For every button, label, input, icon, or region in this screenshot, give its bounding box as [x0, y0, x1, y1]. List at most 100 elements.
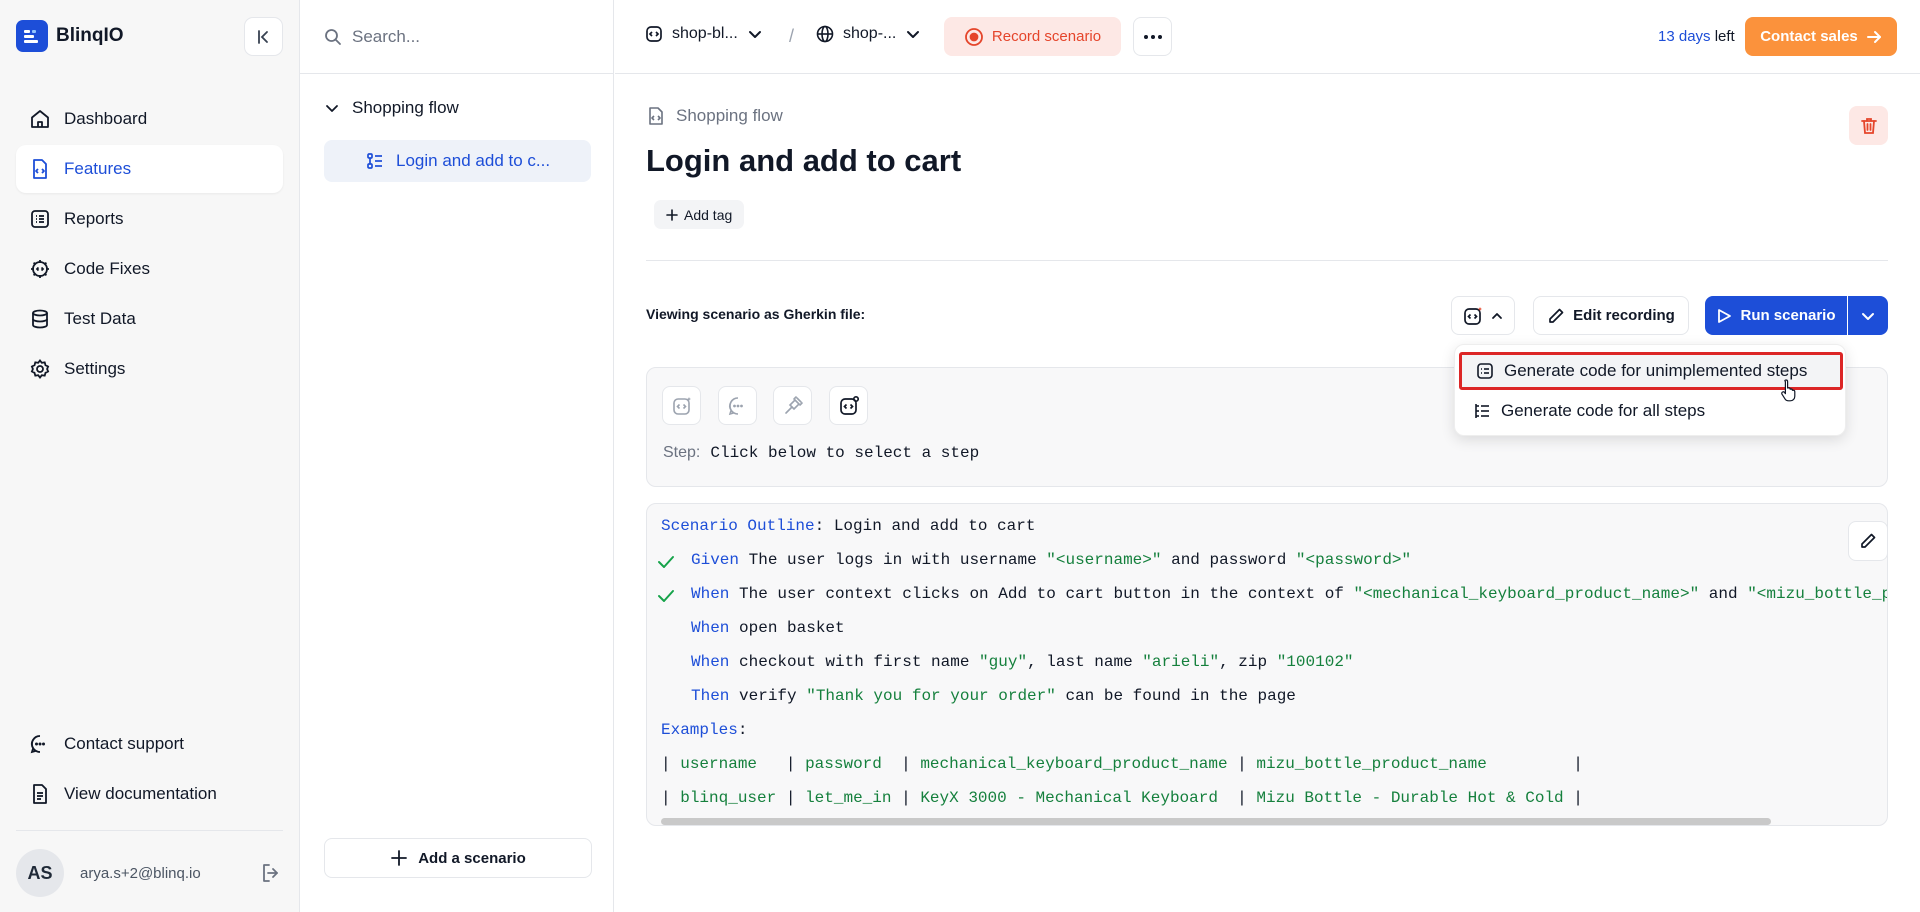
comment-step-button[interactable] — [718, 386, 757, 425]
top-bar: shop-bl... / shop-... Record scenario 13… — [615, 0, 1920, 74]
scenario-tree-item[interactable]: Login and add to c... — [324, 140, 591, 182]
chat-icon — [728, 396, 743, 415]
gear-icon — [30, 359, 50, 379]
sidebar-item-label: Contact support — [64, 734, 185, 753]
add-tag-label: Add tag — [684, 206, 733, 223]
plug-icon — [784, 395, 803, 414]
contact-sales-button[interactable]: Contact sales — [1745, 17, 1897, 56]
check-icon — [658, 590, 674, 602]
edit-recording-label: Edit recording — [1573, 307, 1675, 324]
feature-file-icon — [33, 159, 47, 179]
scenario-steps-icon — [367, 153, 382, 169]
edit-gherkin-button[interactable] — [1848, 521, 1887, 561]
sidebar-item-label: Settings — [64, 359, 126, 378]
gherkin-line-when-add-to-cart[interactable]: When The user context clicks on Add to c… — [691, 585, 1887, 607]
check-icon — [658, 556, 674, 568]
sidebar-item-dashboard[interactable]: Dashboard — [16, 95, 283, 143]
trial-suffix: left — [1710, 28, 1735, 45]
pencil-icon — [1861, 533, 1876, 548]
feature-tree-item[interactable]: Shopping flow — [324, 98, 459, 118]
breadcrumb[interactable]: Shopping flow — [646, 106, 783, 126]
more-options-button[interactable] — [1133, 17, 1172, 56]
app-name: BlinqIO — [56, 25, 124, 46]
page-title: Login and add to cart — [646, 143, 962, 178]
search-icon — [325, 28, 341, 45]
sidebar-item-label: Features — [64, 159, 132, 178]
globe-icon — [816, 25, 834, 43]
pencil-icon — [1549, 308, 1564, 323]
ai-generate-step-button[interactable] — [662, 386, 701, 425]
record-scenario-button[interactable]: Record scenario — [944, 17, 1121, 56]
main-content: shop-bl... / shop-... Record scenario 13… — [615, 0, 1920, 912]
sidebar-item-label: Code Fixes — [64, 259, 150, 278]
breadcrumb-separator: / — [789, 26, 795, 46]
sidebar-item-label: Dashboard — [64, 109, 148, 128]
sidebar-item-settings[interactable]: Settings — [16, 345, 283, 393]
environment-selector[interactable]: shop-... — [815, 24, 922, 44]
trial-status: 13 days left — [1658, 28, 1735, 45]
document-icon — [33, 784, 47, 804]
edit-recording-button[interactable]: Edit recording — [1533, 296, 1689, 335]
sidebar-item-features[interactable]: Features — [16, 145, 283, 193]
search-bar — [300, 0, 614, 74]
sidebar-item-reports[interactable]: Reports — [16, 195, 283, 243]
run-scenario-button[interactable]: Run scenario — [1705, 296, 1847, 335]
play-icon — [1718, 308, 1732, 323]
horizontal-scrollbar[interactable] — [661, 818, 1771, 825]
chevron-down-icon — [907, 31, 920, 38]
plus-icon — [391, 850, 408, 866]
sidebar: BlinqIO Dashboard Features Reports Code … — [0, 0, 300, 912]
examples-table-row[interactable]: | blinq_user | let_me_in | KeyX 3000 - M… — [661, 789, 1583, 811]
menu-item-label: Generate code for unimplemented steps — [1504, 361, 1808, 380]
plus-icon — [666, 208, 678, 221]
feature-name: Shopping flow — [352, 98, 459, 117]
sidebar-item-code-fixes[interactable]: Code Fixes — [16, 245, 283, 293]
sidebar-divider — [16, 830, 283, 831]
code-generation-menu-button[interactable] — [1451, 296, 1515, 335]
search-input[interactable] — [352, 26, 592, 47]
ai-code-icon — [1464, 306, 1482, 325]
delete-scenario-button[interactable] — [1849, 106, 1888, 145]
collapse-left-icon — [257, 29, 268, 44]
chevron-down-icon — [326, 105, 338, 112]
hand-cursor-icon — [1781, 379, 1796, 402]
connect-step-button[interactable] — [773, 386, 812, 425]
menu-item-label: Generate code for all steps — [1501, 401, 1706, 420]
sidebar-item-view-documentation[interactable]: View documentation — [16, 770, 283, 818]
more-horizontal-icon — [1143, 34, 1162, 39]
gherkin-line-scenario-outline[interactable]: Scenario Outline: Login and add to cart — [661, 517, 1035, 539]
list-icon — [31, 210, 49, 228]
code-list-icon — [1477, 363, 1493, 379]
logout-button[interactable] — [259, 861, 283, 885]
collapse-sidebar-button[interactable] — [244, 17, 283, 56]
gherkin-editor[interactable]: Scenario Outline: Login and add to cart … — [646, 503, 1888, 826]
examples-table-header[interactable]: | username | password | mechanical_keybo… — [661, 755, 1583, 777]
add-scenario-button[interactable]: Add a scenario — [324, 838, 592, 878]
project-icon — [646, 26, 662, 42]
home-icon — [31, 110, 49, 128]
app-logo[interactable]: BlinqIO — [16, 20, 124, 52]
sidebar-item-label: Reports — [64, 209, 124, 228]
gherkin-line-then-verify[interactable]: Then verify "Thank you for your order" c… — [691, 687, 1296, 709]
add-scenario-label: Add a scenario — [418, 849, 526, 867]
logout-icon — [263, 864, 278, 882]
step-label: Step: — [663, 444, 701, 461]
run-options-dropdown[interactable] — [1848, 296, 1888, 335]
chevron-down-icon — [748, 31, 761, 38]
project-selector[interactable]: shop-bl... — [644, 24, 764, 44]
ai-code-step-button[interactable] — [829, 386, 868, 425]
chat-icon — [30, 735, 45, 754]
gherkin-line-examples[interactable]: Examples: — [661, 721, 747, 743]
project-name: shop-bl... — [672, 25, 738, 42]
scenario-name: Login and add to c... — [396, 151, 551, 170]
sidebar-item-test-data[interactable]: Test Data — [16, 295, 283, 343]
avatar[interactable]: AS — [16, 849, 64, 897]
gherkin-line-given[interactable]: Given The user logs in with username "<u… — [691, 551, 1411, 573]
sidebar-item-contact-support[interactable]: Contact support — [16, 720, 283, 768]
gherkin-line-when-checkout[interactable]: When checkout with first name "guy", las… — [691, 653, 1354, 675]
add-tag-button[interactable]: Add tag — [654, 200, 745, 229]
sidebar-item-label: View documentation — [64, 784, 217, 803]
run-scenario-label: Run scenario — [1740, 307, 1836, 324]
gear-code-icon — [31, 260, 49, 278]
gherkin-line-when-open-basket[interactable]: When open basket — [691, 619, 845, 641]
